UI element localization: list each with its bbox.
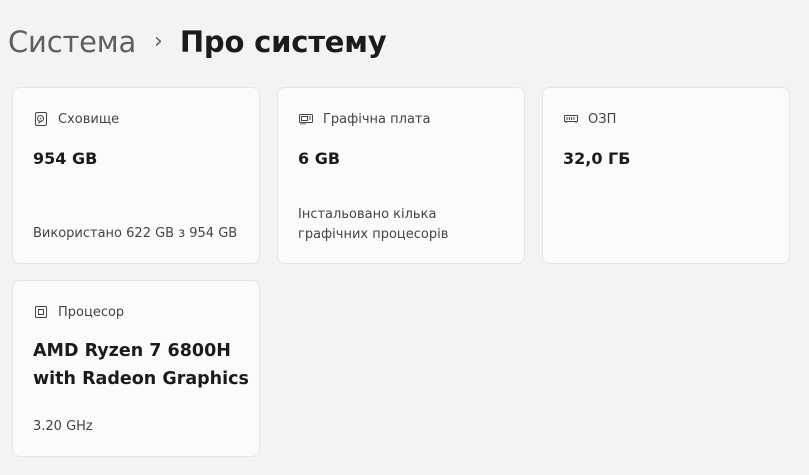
processor-label: Процесор (58, 304, 125, 320)
breadcrumb: Система › Про систему (8, 20, 387, 64)
graphics-card-value: 6 GB (298, 149, 341, 168)
storage-label: Сховище (58, 111, 120, 127)
processor-speed: 3.20 GHz (33, 419, 93, 434)
storage-usage-text: Використано 622 GB з 954 GB (33, 226, 238, 241)
graphics-card-detail-line2: графічних процесорів (298, 227, 449, 242)
graphics-card-header: Графічна плата (298, 110, 430, 128)
breadcrumb-system-link[interactable]: Система (8, 25, 136, 59)
graphics-card-card: Графічна плата 6 GB Інстальовано кілька … (277, 87, 525, 264)
graphics-card-detail-line1: Інстальовано кілька (298, 207, 437, 222)
storage-drive-icon (33, 111, 49, 127)
processor-card: Процесор AMD Ryzen 7 6800H with Radeon G… (12, 280, 260, 457)
graphics-card-label: Графічна плата (323, 111, 431, 127)
storage-value: 954 GB (33, 149, 98, 168)
memory-module-icon (563, 111, 579, 127)
page-title: Про систему (179, 25, 387, 59)
ram-card: ОЗП 32,0 ГБ (542, 87, 790, 264)
ram-card-header: ОЗП (563, 110, 616, 128)
processor-chip-icon (33, 304, 49, 320)
storage-card: Сховище 954 GB Використано 622 GB з 954 … (12, 87, 260, 264)
chevron-right-icon: › (154, 29, 163, 54)
processor-name-line2: with Radeon Graphics (33, 369, 249, 389)
ram-value: 32,0 ГБ (563, 149, 631, 168)
graphics-card-icon (298, 111, 314, 127)
storage-card-header: Сховище (33, 110, 119, 128)
ram-label: ОЗП (588, 111, 617, 127)
processor-card-header: Процесор (33, 303, 124, 321)
